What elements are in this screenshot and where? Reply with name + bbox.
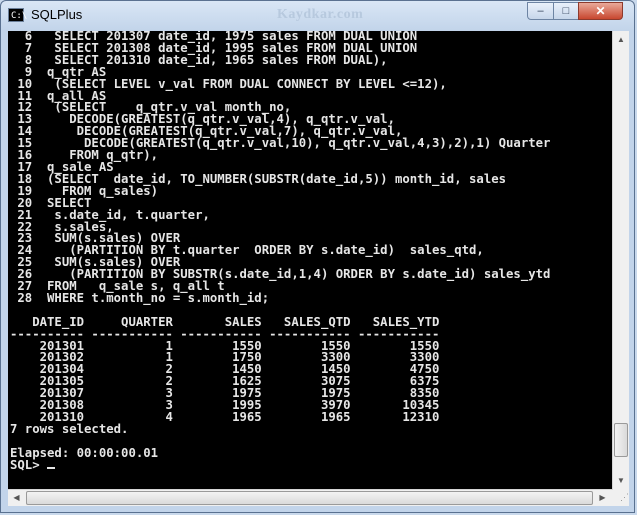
close-button[interactable]: ✕	[578, 2, 623, 20]
window-title: SQLPlus	[31, 7, 83, 22]
watermark: Kaydkar.com	[277, 7, 364, 22]
vertical-scrollbar[interactable]: ▲ ▼	[612, 31, 629, 489]
vertical-scroll-thumb[interactable]	[614, 423, 628, 457]
sql-code-lines: 6 SELECT 201307 date_id, 1975 sales FROM…	[17, 31, 551, 305]
console-app-icon[interactable]: C:\	[8, 8, 27, 22]
sqlplus-window: C:\ SQLPlus Kaydkar.com – □ ✕ 6 SELECT 2…	[0, 0, 635, 513]
resize-grip-icon[interactable]: ⋰	[613, 489, 629, 506]
rows-selected-text: 7 rows selected.	[10, 421, 129, 436]
sql-prompt: SQL>	[10, 457, 48, 472]
result-rows: 201301 1 1550 1550 1550 201302 1 1750 33…	[39, 338, 440, 424]
maximize-button[interactable]: □	[553, 2, 579, 20]
minimize-button[interactable]: –	[527, 2, 554, 20]
scroll-down-arrow-icon[interactable]: ▼	[613, 472, 629, 489]
sql-code-block: 6 SELECT 201307 date_id, 1975 sales FROM…	[8, 31, 612, 472]
scroll-right-arrow-icon[interactable]: ▶	[594, 490, 611, 506]
console-output[interactable]: 6 SELECT 201307 date_id, 1975 sales FROM…	[8, 31, 612, 489]
title-bar[interactable]: C:\ SQLPlus Kaydkar.com – □ ✕	[1, 1, 634, 31]
horizontal-scrollbar[interactable]: ◀ ▶	[8, 489, 629, 506]
horizontal-scroll-thumb[interactable]	[26, 491, 593, 505]
text-cursor	[47, 466, 56, 469]
scroll-left-arrow-icon[interactable]: ◀	[8, 490, 25, 506]
scroll-up-arrow-icon[interactable]: ▲	[613, 31, 629, 48]
